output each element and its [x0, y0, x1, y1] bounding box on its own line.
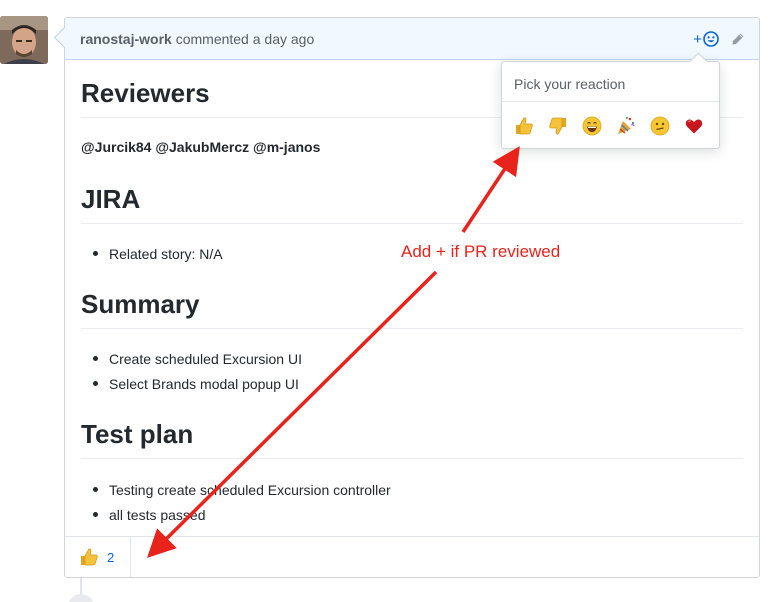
popover-title: Pick your reaction: [502, 62, 719, 102]
comment-header: ranostaj-work commented a day ago +: [65, 18, 759, 60]
hooray-option[interactable]: [612, 112, 640, 140]
confused-option[interactable]: [646, 112, 674, 140]
comment-author-link[interactable]: ranostaj-work: [80, 31, 172, 47]
thumbs-up-icon: [81, 548, 98, 566]
list-item: all tests passed: [81, 505, 391, 530]
heading-summary: Summary: [81, 289, 743, 329]
comment-timestamp[interactable]: a day ago: [253, 31, 315, 47]
summary-list: Create scheduled Excursion UI Select Bra…: [81, 349, 302, 399]
heart-option[interactable]: [680, 112, 708, 140]
heart-icon: [685, 119, 703, 134]
user-avatar[interactable]: [0, 16, 48, 64]
list-item: Testing create scheduled Excursion contr…: [81, 480, 391, 505]
party-popper-icon: [618, 117, 635, 134]
add-reaction-button[interactable]: +: [693, 31, 719, 47]
reaction-picker-popover: Pick your reaction: [501, 61, 720, 149]
jira-list: Related story: N/A: [81, 244, 223, 269]
pencil-icon[interactable]: [731, 32, 745, 46]
thumbs-down-icon: [549, 117, 566, 135]
laugh-icon: [582, 116, 602, 136]
heading-jira: JIRA: [81, 184, 743, 224]
annotation-text: Add + if PR reviewed: [401, 242, 561, 261]
thumbs-down-option[interactable]: [544, 112, 572, 140]
comment-action-text: commented: [175, 31, 249, 47]
reviewer-mentions[interactable]: @Jurcik84 @JakubMercz @m-janos: [81, 139, 320, 155]
reactions-bar: 2: [65, 536, 759, 577]
heading-test-plan: Test plan: [81, 419, 743, 459]
list-item: Related story: N/A: [81, 244, 223, 269]
thumbs-up-option[interactable]: [510, 112, 538, 140]
laugh-option[interactable]: [578, 112, 606, 140]
reaction-count: 2: [107, 549, 115, 565]
plus-icon: +: [693, 30, 702, 48]
list-item: Create scheduled Excursion UI: [81, 349, 302, 374]
thumbs-up-icon: [516, 117, 533, 135]
reaction-options: [510, 112, 708, 140]
list-item: Select Brands modal popup UI: [81, 374, 302, 399]
smiley-icon: [703, 31, 719, 47]
confused-icon: [650, 116, 670, 136]
thumbs-up-reaction-button[interactable]: 2: [65, 537, 131, 577]
timeline-badge: [68, 594, 94, 602]
test-plan-list: Testing create scheduled Excursion contr…: [81, 480, 391, 530]
